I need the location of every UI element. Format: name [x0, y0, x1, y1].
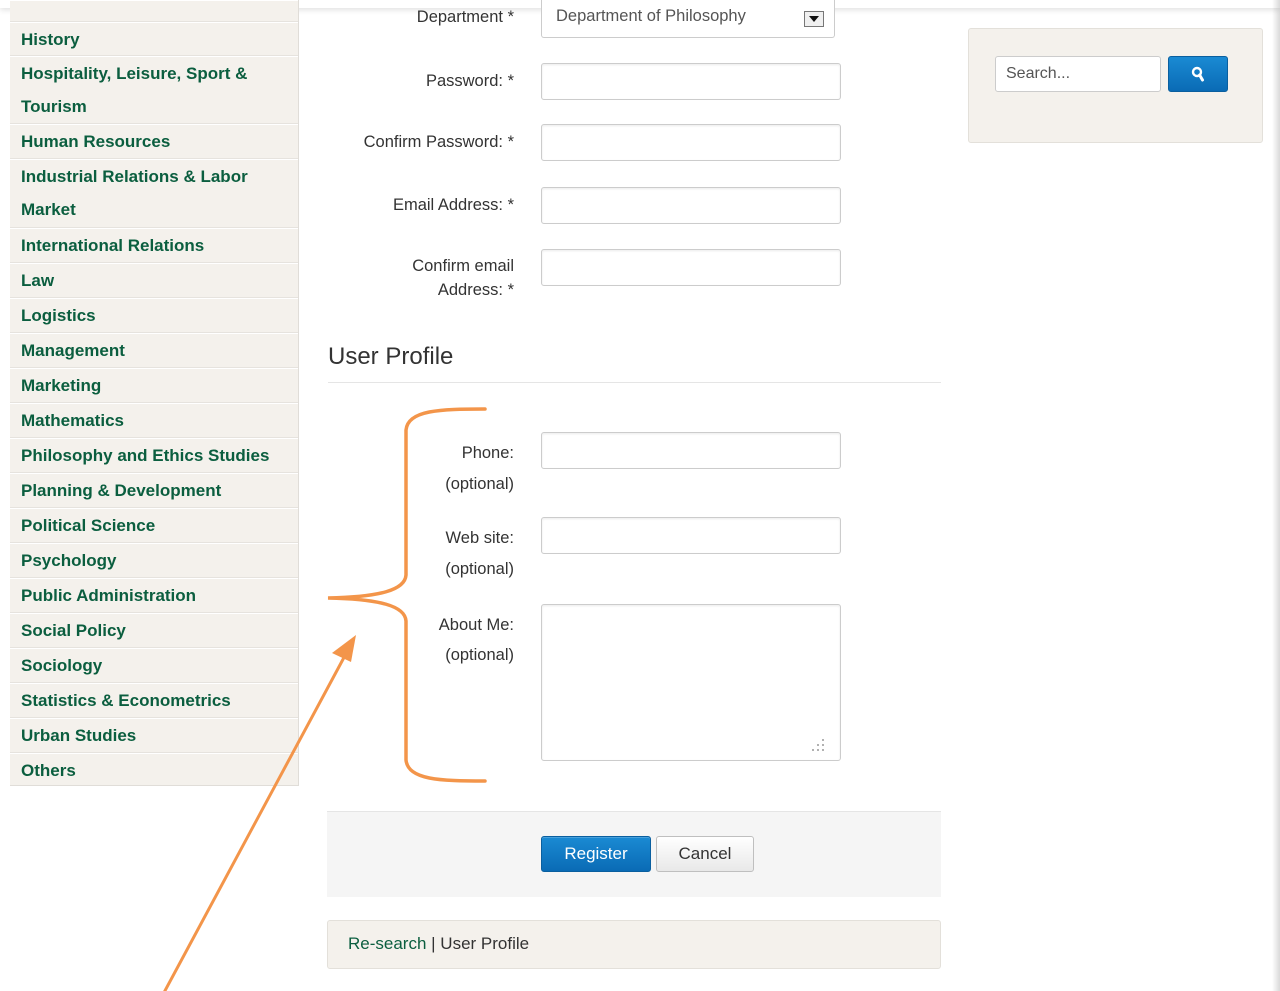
- sidebar-item-label[interactable]: History: [21, 23, 298, 57]
- confirm-password-input[interactable]: [541, 124, 841, 161]
- sidebar-item-management[interactable]: Management: [10, 333, 298, 368]
- cancel-button[interactable]: Cancel: [656, 836, 754, 872]
- resize-grip-icon[interactable]: [810, 737, 830, 757]
- department-select-value: Department of Philosophy: [556, 7, 746, 25]
- sidebar-item-label[interactable]: Marketing: [21, 369, 298, 403]
- breadcrumb-home-link[interactable]: Re-search: [348, 934, 426, 953]
- confirm-email-input[interactable]: [541, 249, 841, 286]
- sidebar-item-planning[interactable]: Planning & Development: [10, 473, 298, 508]
- confirm-email-label-line2: Address: *: [437, 281, 514, 299]
- sidebar-item-law[interactable]: Law: [10, 263, 298, 298]
- sidebar-item-mathematics[interactable]: Mathematics: [10, 403, 298, 438]
- sidebar-item-label[interactable]: Statistics & Econometrics: [21, 684, 298, 718]
- website-label: Web site: (optional): [294, 523, 514, 585]
- sidebar-item-political-science[interactable]: Political Science: [10, 508, 298, 543]
- search-input[interactable]: [995, 56, 1161, 92]
- sidebar-item-label[interactable]: Sociology: [21, 649, 298, 683]
- sidebar-item-label-line2: Market: [21, 200, 76, 219]
- about-me-label-text: About Me:: [438, 616, 514, 634]
- sidebar-item-label[interactable]: Logistics: [21, 299, 298, 333]
- sidebar-item-label[interactable]: Law: [21, 264, 298, 298]
- sidebar-item-label[interactable]: Planning & Development: [21, 474, 298, 508]
- breadcrumb-current: User Profile: [440, 934, 530, 953]
- sidebar-item-history[interactable]: History: [10, 22, 298, 56]
- register-button[interactable]: Register: [541, 836, 651, 872]
- sidebar-item-marketing[interactable]: Marketing: [10, 368, 298, 403]
- department-select[interactable]: Department of Philosophy: [541, 0, 835, 38]
- email-input[interactable]: [541, 187, 841, 224]
- phone-optional-hint: (optional): [445, 475, 514, 493]
- sidebar-item-label[interactable]: Mathematics: [21, 404, 298, 438]
- user-profile-heading: User Profile: [328, 343, 454, 370]
- sidebar-item-social-policy[interactable]: Social Policy: [10, 613, 298, 648]
- phone-label-text: Phone:: [461, 444, 514, 462]
- sidebar-item-public-administration[interactable]: Public Administration: [10, 578, 298, 613]
- confirm-email-label-line1: Confirm email: [412, 257, 514, 275]
- phone-input[interactable]: [541, 432, 841, 469]
- website-input[interactable]: [541, 517, 841, 554]
- phone-label: Phone: (optional): [294, 438, 514, 500]
- confirm-email-label: Confirm email Address: *: [294, 254, 514, 302]
- sidebar-item-label[interactable]: Management: [21, 334, 298, 368]
- sidebar-item-logistics[interactable]: Logistics: [10, 298, 298, 333]
- confirm-password-label: Confirm Password: *: [363, 133, 514, 151]
- chevron-down-icon[interactable]: [804, 11, 824, 27]
- sidebar-item-label-line1: Industrial Relations & Labor: [21, 167, 248, 186]
- department-label: Department *: [416, 8, 514, 26]
- about-me-textarea[interactable]: [541, 604, 841, 761]
- sidebar-item-urban-studies[interactable]: Urban Studies: [10, 718, 298, 753]
- sidebar-item-label[interactable]: Psychology: [21, 544, 298, 578]
- website-label-text: Web site:: [445, 529, 514, 547]
- section-divider: [328, 382, 941, 383]
- sidebar-item-philosophy[interactable]: Philosophy and Ethics Studies: [10, 438, 298, 473]
- search-button[interactable]: [1168, 56, 1228, 92]
- breadcrumb: Re-search | User Profile: [327, 920, 941, 969]
- sidebar-item-industrial-relations[interactable]: Industrial Relations & Labor Market: [10, 159, 298, 228]
- about-me-label: About Me: (optional): [294, 610, 514, 670]
- search-icon: [1191, 66, 1205, 82]
- sidebar-item-statistics[interactable]: Statistics & Econometrics: [10, 683, 298, 718]
- sidebar-item-label[interactable]: Human Resources: [21, 125, 298, 159]
- password-label: Password: *: [425, 72, 514, 90]
- page-right-edge: [1272, 0, 1280, 991]
- breadcrumb-trail: Re-search | User Profile: [348, 934, 529, 954]
- sidebar-item-label[interactable]: Industrial Relations & Labor Market: [21, 160, 298, 226]
- sidebar-item-label-line1: Hospitality, Leisure, Sport &: [21, 64, 248, 83]
- sidebar-item-human-resources[interactable]: Human Resources: [10, 124, 298, 159]
- sidebar-item-label[interactable]: Social Policy: [21, 614, 298, 648]
- breadcrumb-separator: |: [426, 934, 441, 953]
- sidebar-item-label[interactable]: Others: [21, 754, 298, 788]
- about-me-optional-hint: (optional): [445, 646, 514, 664]
- sidebar-item-psychology[interactable]: Psychology: [10, 543, 298, 578]
- sidebar-item-others[interactable]: Others: [10, 753, 298, 786]
- email-label: Email Address: *: [392, 196, 514, 214]
- sidebar-item-partial: [10, 0, 298, 22]
- sidebar-item-label[interactable]: Political Science: [21, 509, 298, 543]
- website-optional-hint: (optional): [445, 560, 514, 578]
- sidebar-item-label[interactable]: International Relations: [21, 229, 298, 263]
- sidebar-item-sociology[interactable]: Sociology: [10, 648, 298, 683]
- category-sidebar: History Hospitality, Leisure, Sport & Tou…: [10, 0, 299, 786]
- password-input[interactable]: [541, 63, 841, 100]
- sidebar-item-label[interactable]: Urban Studies: [21, 719, 298, 753]
- sidebar-item-label[interactable]: Public Administration: [21, 579, 298, 613]
- sidebar-item-label-line2: Tourism: [21, 97, 87, 116]
- sidebar-item-international-relations[interactable]: International Relations: [10, 228, 298, 263]
- sidebar-item-label[interactable]: Philosophy and Ethics Studies: [21, 439, 298, 473]
- sidebar-item-hospitality[interactable]: Hospitality, Leisure, Sport & Tourism: [10, 56, 298, 124]
- sidebar-item-label[interactable]: Hospitality, Leisure, Sport & Tourism: [21, 57, 298, 123]
